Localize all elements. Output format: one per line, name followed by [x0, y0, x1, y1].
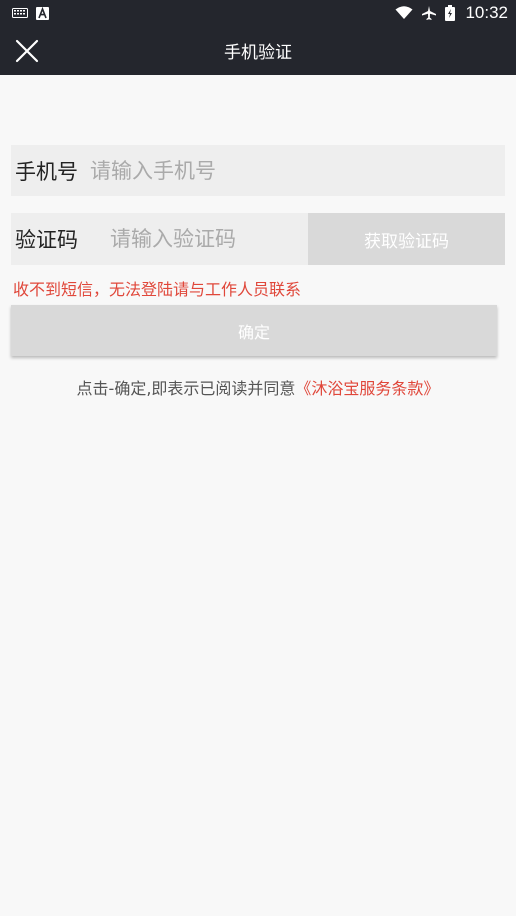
keyboard-icon — [12, 8, 28, 18]
a-badge-icon — [36, 6, 49, 20]
phone-input[interactable] — [90, 158, 470, 183]
code-input[interactable] — [110, 227, 295, 251]
wifi-icon — [395, 6, 413, 20]
terms-link[interactable]: 《沐浴宝服务条款》 — [295, 379, 439, 398]
phone-label: 手机号 — [15, 159, 78, 184]
code-label: 验证码 — [15, 228, 78, 252]
code-row: 验证码 获取验证码 — [11, 213, 505, 265]
phone-row: 手机号 — [11, 145, 505, 196]
status-bar-right: 10:32 — [395, 3, 508, 23]
page-title: 手机验证 — [224, 43, 292, 63]
terms-notice: 点击-确定,即表示已阅读并同意《沐浴宝服务条款》 — [0, 375, 516, 399]
get-code-button[interactable]: 获取验证码 — [308, 213, 505, 265]
airplane-icon — [421, 5, 437, 21]
battery-icon — [445, 5, 456, 21]
main-content: 手机号 验证码 获取验证码 收不到短信，无法登陆请与工作人员联系 确定 点击-确… — [0, 75, 516, 916]
close-button[interactable] — [14, 38, 40, 64]
status-bar: 10:32 — [0, 0, 516, 26]
confirm-button[interactable]: 确定 — [11, 305, 497, 356]
status-time: 10:32 — [465, 3, 508, 22]
terms-prefix: 点击-确定,即表示已阅读并同意 — [76, 379, 296, 398]
close-icon — [15, 39, 39, 63]
sms-warning-text: 收不到短信，无法登陆请与工作人员联系 — [13, 280, 302, 299]
status-bar-left — [12, 6, 49, 20]
title-bar: 手机验证 — [0, 26, 516, 75]
